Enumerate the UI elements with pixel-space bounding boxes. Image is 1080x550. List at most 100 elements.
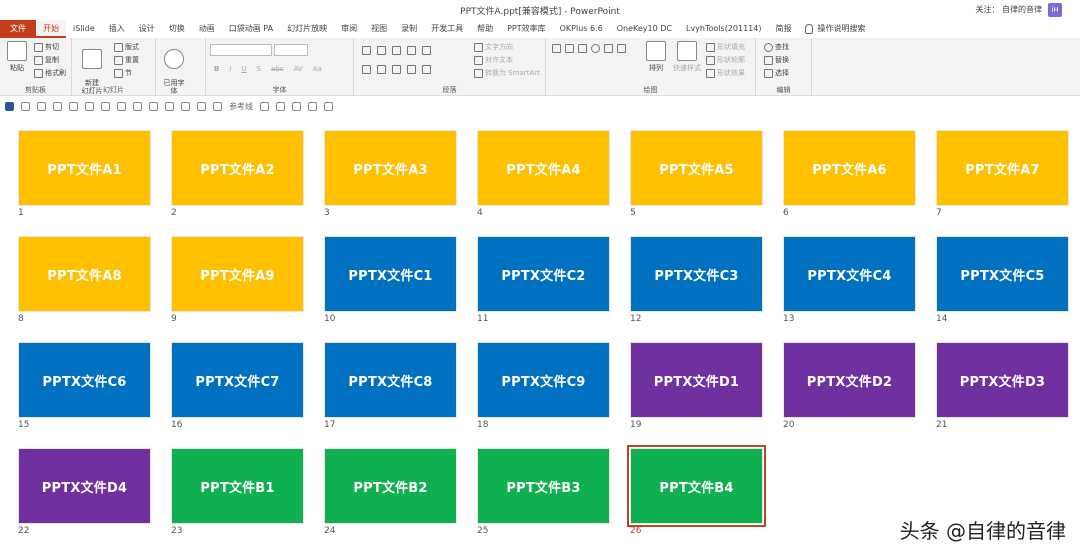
save-icon[interactable] xyxy=(5,101,14,111)
tab-9[interactable]: 审阅 xyxy=(334,20,364,38)
slide-thumbnail[interactable]: PPTX文件C7 16 xyxy=(171,342,304,430)
font-name-combo[interactable] xyxy=(210,44,272,56)
font-size-combo[interactable] xyxy=(274,44,308,56)
tab-19[interactable]: 操作说明搜索 xyxy=(798,20,872,38)
text-direction-button[interactable]: 文字方向 xyxy=(474,42,513,52)
strikethrough-button[interactable]: abc xyxy=(271,65,284,73)
slide-thumbnail[interactable]: PPT文件B3 25 xyxy=(477,448,610,536)
smartart-button[interactable]: 转换为 SmartArt xyxy=(474,68,540,78)
tab-11[interactable]: 录制 xyxy=(394,20,424,38)
slide-thumbnail[interactable]: PPTX文件C4 13 xyxy=(783,236,916,324)
numbering-icon[interactable] xyxy=(377,46,386,55)
highlight-icon[interactable] xyxy=(276,101,285,111)
slide-thumbnail[interactable]: PPTX文件D3 21 xyxy=(936,342,1069,430)
increase-font-icon[interactable] xyxy=(292,101,301,111)
tab-4[interactable]: 设计 xyxy=(132,20,162,38)
tab-7[interactable]: 口袋动画 PA xyxy=(222,20,280,38)
increase-indent-icon[interactable] xyxy=(407,46,416,55)
slide-thumbnail[interactable]: PPTX文件D4 22 xyxy=(18,448,151,536)
slide-thumbnail[interactable]: PPTX文件D2 20 xyxy=(783,342,916,430)
format-icon[interactable] xyxy=(197,101,206,111)
table-icon[interactable] xyxy=(101,101,110,111)
tab-14[interactable]: PPT效率库 xyxy=(500,20,553,38)
spacing-button[interactable]: AV xyxy=(294,65,303,73)
align-right-icon[interactable] xyxy=(392,65,401,74)
tab-5[interactable]: 切换 xyxy=(162,20,192,38)
underline-button[interactable]: U xyxy=(241,65,246,73)
used-fonts-button[interactable]: 已用字 体 xyxy=(160,41,188,95)
slide-thumbnail[interactable]: PPT文件A8 8 xyxy=(18,236,151,324)
slide-thumbnail[interactable]: PPTX文件D1 19 xyxy=(630,342,763,430)
shape-outline-button[interactable]: 形状轮廓 xyxy=(706,55,745,65)
tab-2[interactable]: iSlide xyxy=(66,20,102,38)
tab-3[interactable]: 插入 xyxy=(102,20,132,38)
reset-button[interactable]: 重置 xyxy=(114,55,139,65)
decrease-font-icon[interactable] xyxy=(308,101,317,111)
slide-thumbnail[interactable]: PPT文件B2 24 xyxy=(324,448,457,536)
picture-icon[interactable] xyxy=(117,101,126,111)
slide-thumbnail[interactable]: PPTX文件C3 12 xyxy=(630,236,763,324)
slide-thumbnail[interactable]: PPT文件A6 6 xyxy=(783,130,916,218)
slide-thumbnail[interactable]: PPTX文件C6 15 xyxy=(18,342,151,430)
tab-16[interactable]: OneKey10 DC xyxy=(610,20,679,38)
shape-effects-button[interactable]: 形状效果 xyxy=(706,68,745,78)
tab-12[interactable]: 开发工具 xyxy=(424,20,470,38)
strike-button[interactable]: S xyxy=(257,65,261,73)
line-spacing-icon[interactable] xyxy=(422,46,431,55)
shapes-gallery[interactable] xyxy=(552,44,626,53)
slide-thumbnail[interactable]: PPT文件B4 26 xyxy=(627,445,766,536)
slide-thumbnail[interactable]: PPT文件A5 5 xyxy=(630,130,763,218)
paste-button[interactable]: 粘贴 xyxy=(3,41,31,73)
slide-thumbnail[interactable]: PPT文件A2 2 xyxy=(171,130,304,218)
decrease-indent-icon[interactable] xyxy=(392,46,401,55)
align-left-icon[interactable] xyxy=(362,65,371,74)
format-painter-button[interactable]: 格式刷 xyxy=(34,68,66,78)
tab-15[interactable]: OKPlus 6.6 xyxy=(553,20,610,38)
tab-1[interactable]: 开始 xyxy=(36,20,66,38)
section-button[interactable]: 节 xyxy=(114,68,132,78)
shape-fill-button[interactable]: 形状填充 xyxy=(706,42,745,52)
shapes-icon[interactable] xyxy=(85,101,94,111)
tab-8[interactable]: 幻灯片放映 xyxy=(280,20,334,38)
bold-button[interactable]: B xyxy=(214,65,219,73)
checkbox-icon[interactable] xyxy=(213,101,222,111)
tab-6[interactable]: 动画 xyxy=(192,20,222,38)
slide-thumbnail[interactable]: PPT文件B1 23 xyxy=(171,448,304,536)
find-button[interactable]: 查找 xyxy=(764,42,789,52)
undo-icon[interactable] xyxy=(21,101,30,111)
slide-thumbnail[interactable]: PPTX文件C5 14 xyxy=(936,236,1069,324)
justify-icon[interactable] xyxy=(407,65,416,74)
align-icon[interactable] xyxy=(149,101,158,111)
copy-button[interactable]: 复制 xyxy=(34,55,59,65)
tab-18[interactable]: 简报 xyxy=(768,20,798,38)
slide-thumbnail[interactable]: PPTX文件C8 17 xyxy=(324,342,457,430)
follow-text[interactable]: 关注： 自律的音律 xyxy=(975,4,1042,15)
reference-line-label[interactable]: 参考线 xyxy=(229,101,253,112)
slide-thumbnail[interactable]: PPT文件A3 3 xyxy=(324,130,457,218)
slide-thumbnail[interactable]: PPTX文件C9 18 xyxy=(477,342,610,430)
font-color-icon[interactable] xyxy=(260,101,269,111)
slide-thumbnail[interactable]: PPTX文件C1 10 xyxy=(324,236,457,324)
columns-icon[interactable] xyxy=(422,65,431,74)
tab-0[interactable]: 文件 xyxy=(0,20,36,38)
eyedropper-icon[interactable] xyxy=(181,101,190,111)
redo-icon[interactable] xyxy=(37,101,46,111)
group-icon[interactable] xyxy=(165,101,174,111)
slide-thumbnail[interactable]: PPT文件A4 4 xyxy=(477,130,610,218)
new-slide-icon[interactable] xyxy=(69,101,78,111)
replace-button[interactable]: 替换 xyxy=(764,55,789,65)
textbox-icon[interactable] xyxy=(133,101,142,111)
arrange-button[interactable]: 排列 xyxy=(642,41,670,73)
slide-thumbnail[interactable]: PPT文件A9 9 xyxy=(171,236,304,324)
customize-qat-icon[interactable] xyxy=(324,101,333,111)
slide-thumbnail[interactable]: PPT文件A1 1 xyxy=(18,130,151,218)
italic-button[interactable]: I xyxy=(229,65,231,73)
change-case-button[interactable]: Aa xyxy=(313,65,322,73)
quick-styles-button[interactable]: 快速样式 xyxy=(670,41,704,73)
align-center-icon[interactable] xyxy=(377,65,386,74)
align-text-button[interactable]: 对齐文本 xyxy=(474,55,513,65)
bullets-icon[interactable] xyxy=(362,46,371,55)
layout-button[interactable]: 版式 xyxy=(114,42,139,52)
slide-thumbnail[interactable]: PPTX文件C2 11 xyxy=(477,236,610,324)
select-button[interactable]: 选择 xyxy=(764,68,789,78)
